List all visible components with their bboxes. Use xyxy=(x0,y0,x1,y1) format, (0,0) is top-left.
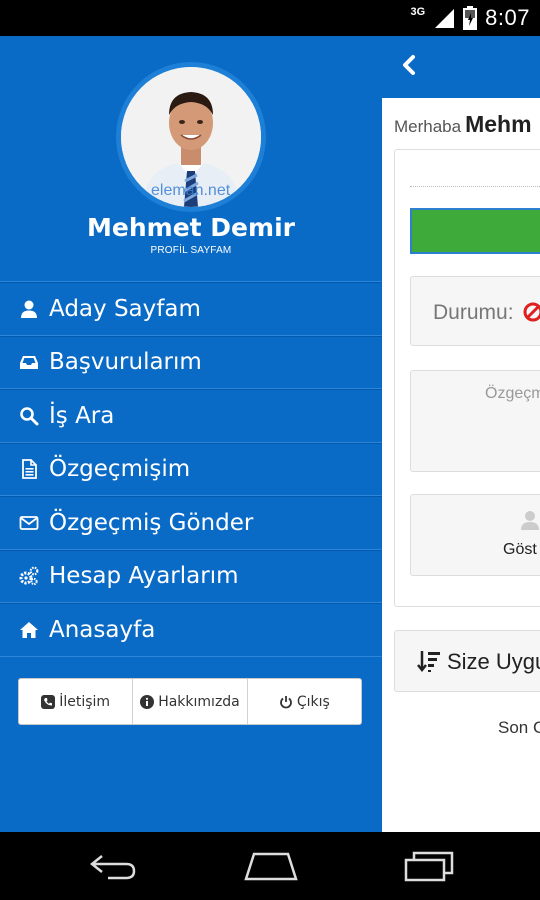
clock: 8:07 xyxy=(485,5,530,30)
menu-item-label: Özgeçmişim xyxy=(49,456,191,483)
menu-item-hesap-ayarlarim[interactable]: Hesap Ayarlarım xyxy=(0,549,382,603)
menu-item-label: Başvurularım xyxy=(49,349,202,376)
drawer-menu: Aday Sayfam Başvurularım İş Ara Özgeçmiş… xyxy=(0,281,382,657)
status-label: Durumu: xyxy=(433,301,514,324)
logout-button[interactable]: Çıkış xyxy=(248,679,361,724)
sort-icon xyxy=(417,649,441,673)
home-button-icon[interactable] xyxy=(244,850,298,882)
menu-item-basvurularim[interactable]: Başvurularım xyxy=(0,335,382,389)
status-bar: 3G 8:07 xyxy=(0,0,540,36)
menu-item-label: Özgeçmiş Gönder xyxy=(49,509,254,536)
menu-item-ozgecmisim[interactable]: Özgeçmişim xyxy=(0,442,382,496)
contact-button[interactable]: İletişim xyxy=(19,679,134,724)
user-icon xyxy=(519,509,540,531)
profile-panel: Durumu: Özgeçm Göst xyxy=(394,149,540,607)
footer-button-group: İletişim Hakkımızda Çıkış xyxy=(18,678,362,725)
last-label: Son C xyxy=(498,718,540,737)
greeting-name: Mehm xyxy=(465,111,532,137)
network-type: 3G xyxy=(410,5,426,18)
user-icon xyxy=(18,298,40,320)
logout-label: Çıkış xyxy=(296,693,330,710)
cv-label: Özgeçm xyxy=(485,385,540,402)
signal-icon xyxy=(433,7,455,29)
sort-button[interactable]: Size Uygu xyxy=(394,630,540,692)
back-arrow-icon[interactable] xyxy=(396,50,420,80)
gears-icon xyxy=(18,565,40,587)
menu-item-label: Aday Sayfam xyxy=(49,295,201,322)
navigation-drawer: eleman.net Mehmet Demir PROFİL SAYFAM Ad… xyxy=(0,36,382,832)
avatar-watermark: eleman.net xyxy=(151,182,231,199)
inbox-icon xyxy=(18,351,40,373)
system-navigation-bar xyxy=(0,832,540,900)
battery-icon xyxy=(463,6,478,30)
search-icon xyxy=(18,405,40,427)
envelope-icon xyxy=(18,512,40,534)
sort-label: Size Uygu xyxy=(447,649,540,674)
menu-item-is-ara[interactable]: İş Ara xyxy=(0,389,382,443)
menu-item-label: İş Ara xyxy=(49,402,115,429)
greeting-prefix: Merhaba xyxy=(394,117,462,136)
about-label: Hakkımızda xyxy=(158,693,240,710)
back-icon[interactable] xyxy=(88,850,138,882)
avatar[interactable]: eleman.net xyxy=(121,67,261,207)
about-button[interactable]: Hakkımızda xyxy=(133,679,248,724)
status-box: Durumu: xyxy=(410,276,540,346)
recent-apps-icon[interactable] xyxy=(404,850,454,882)
home-icon xyxy=(18,619,40,641)
show-label: Göst xyxy=(503,541,537,558)
divider xyxy=(410,186,540,187)
menu-item-label: Hesap Ayarlarım xyxy=(49,563,239,590)
app-screen: Merhaba Mehm Durumu: Özgeçm Göst Size Uy… xyxy=(0,36,540,832)
power-icon xyxy=(279,695,293,709)
info-icon xyxy=(140,694,155,709)
app-toolbar xyxy=(382,36,540,98)
cv-box[interactable]: Özgeçm xyxy=(410,370,540,472)
menu-item-aday-sayfam[interactable]: Aday Sayfam xyxy=(0,282,382,336)
main-content: Merhaba Mehm Durumu: Özgeçm Göst Size Uy… xyxy=(382,36,540,832)
contact-label: İletişim xyxy=(59,693,111,710)
menu-item-label: Anasayfa xyxy=(49,616,156,643)
avatar-ring: eleman.net xyxy=(116,62,266,212)
menu-item-anasayfa[interactable]: Anasayfa xyxy=(0,603,382,657)
blocked-icon xyxy=(523,302,540,322)
progress-bar[interactable] xyxy=(410,208,540,254)
greeting: Merhaba Mehm xyxy=(394,111,532,138)
user-name: Mehmet Demir xyxy=(87,213,295,242)
show-box[interactable]: Göst xyxy=(410,494,540,576)
menu-item-ozgecmis-gonder[interactable]: Özgeçmiş Gönder xyxy=(0,496,382,550)
phone-icon xyxy=(41,694,56,709)
profile-link[interactable]: PROFİL SAYFAM xyxy=(0,245,382,256)
document-icon xyxy=(18,458,40,480)
